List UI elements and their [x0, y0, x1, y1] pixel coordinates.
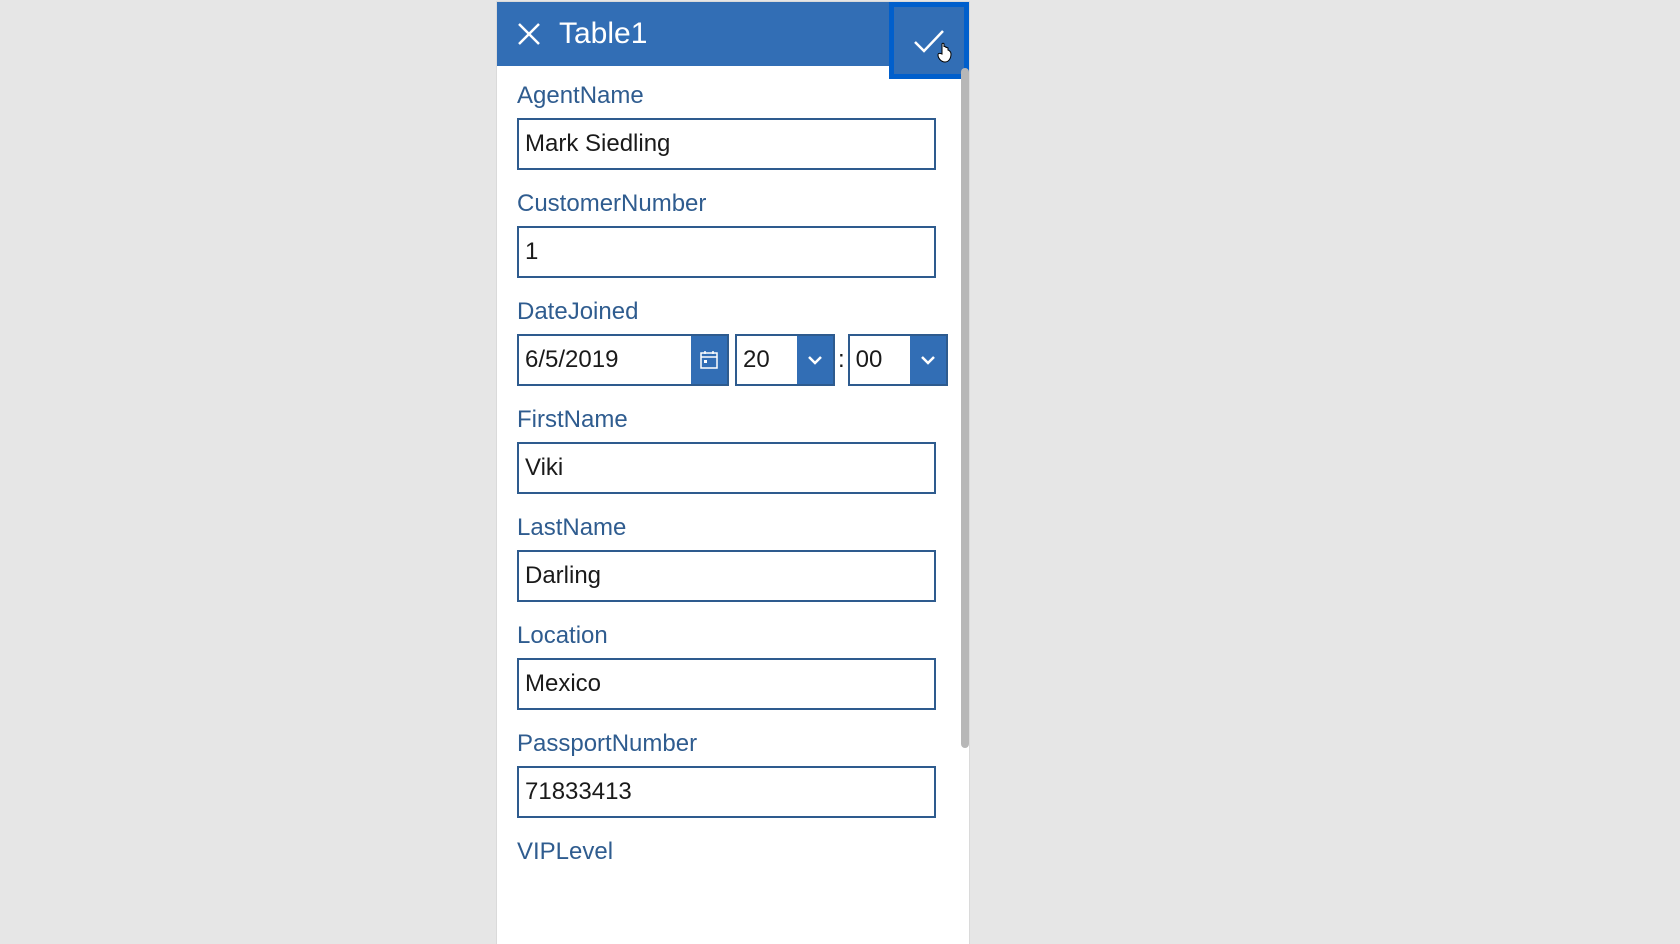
field-vip-level: VIPLevel	[517, 838, 949, 866]
date-picker[interactable]: 6/5/2019	[517, 334, 729, 386]
date-joined-row: 6/5/2019 20	[517, 334, 949, 386]
minute-dropdown-button[interactable]	[910, 336, 946, 384]
label-first-name: FirstName	[517, 406, 949, 434]
input-last-name[interactable]	[517, 550, 936, 602]
hour-dropdown-button[interactable]	[797, 336, 833, 384]
input-passport-number[interactable]	[517, 766, 936, 818]
field-location: Location	[517, 622, 949, 710]
label-passport-number: PassportNumber	[517, 730, 949, 758]
field-date-joined: DateJoined 6/5/2019 20	[517, 298, 949, 386]
time-separator: :	[838, 346, 845, 374]
label-agent-name: AgentName	[517, 82, 949, 110]
label-last-name: LastName	[517, 514, 949, 542]
label-date-joined: DateJoined	[517, 298, 949, 326]
chevron-down-icon	[805, 350, 825, 370]
check-icon	[909, 21, 949, 61]
input-agent-name[interactable]	[517, 118, 936, 170]
input-location[interactable]	[517, 658, 936, 710]
field-customer-number: CustomerNumber	[517, 190, 949, 278]
field-passport-number: PassportNumber	[517, 730, 949, 818]
hour-dropdown[interactable]: 20	[735, 334, 835, 386]
label-vip-level: VIPLevel	[517, 838, 949, 866]
minute-value: 00	[850, 336, 910, 384]
calendar-button[interactable]	[691, 336, 727, 384]
label-location: Location	[517, 622, 949, 650]
calendar-icon	[699, 350, 719, 370]
form-body: AgentName CustomerNumber DateJoined 6/5/…	[497, 66, 969, 944]
chevron-down-icon	[918, 350, 938, 370]
label-customer-number: CustomerNumber	[517, 190, 949, 218]
date-value: 6/5/2019	[519, 336, 691, 384]
close-icon	[516, 21, 542, 47]
field-first-name: FirstName	[517, 406, 949, 494]
form-title: Table1	[559, 17, 647, 51]
field-agent-name: AgentName	[517, 82, 949, 170]
input-first-name[interactable]	[517, 442, 936, 494]
hour-value: 20	[737, 336, 797, 384]
field-last-name: LastName	[517, 514, 949, 602]
form-panel: Table1 AgentName CustomerNumber DateJoin…	[497, 2, 969, 944]
scrollbar-thumb[interactable]	[961, 68, 969, 748]
close-button[interactable]	[509, 14, 549, 54]
form-header: Table1	[497, 2, 969, 66]
minute-dropdown[interactable]: 00	[848, 334, 948, 386]
input-customer-number[interactable]	[517, 226, 936, 278]
